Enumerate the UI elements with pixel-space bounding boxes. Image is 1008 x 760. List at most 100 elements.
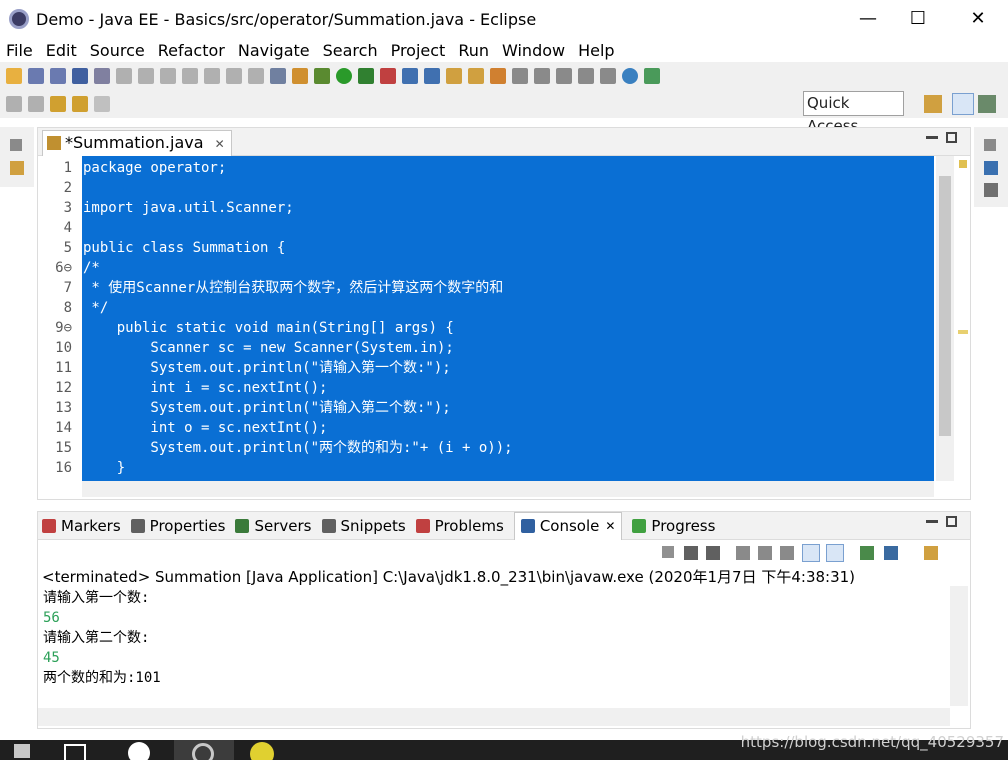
show-console-on-stdout-icon[interactable] — [802, 544, 820, 562]
code-line[interactable]: 11 System.out.println("请输入第一个数:"); — [38, 358, 934, 378]
menu-navigate[interactable]: Navigate — [238, 41, 310, 60]
open-task-icon[interactable] — [468, 68, 484, 84]
annotation-icon[interactable] — [512, 68, 528, 84]
package-explorer-icon[interactable] — [10, 161, 24, 175]
overview-ruler[interactable] — [956, 156, 970, 496]
tab-snippets[interactable]: Snippets — [321, 517, 406, 535]
code-line[interactable]: 13 System.out.println("请输入第二个数:"); — [38, 398, 934, 418]
tab-servers[interactable]: Servers — [235, 517, 312, 535]
close-button[interactable]: ✕ — [950, 0, 1006, 38]
code-line[interactable]: 8 */ — [38, 298, 934, 318]
skip-breakpoints-icon[interactable] — [94, 68, 110, 84]
step-into-icon[interactable] — [204, 68, 220, 84]
menu-refactor[interactable]: Refactor — [158, 41, 225, 60]
code-line[interactable]: 10 Scanner sc = new Scanner(System.in); — [38, 338, 934, 358]
step-over-icon[interactable] — [226, 68, 242, 84]
warning-marker[interactable] — [959, 160, 967, 168]
coverage-icon[interactable] — [358, 68, 374, 84]
tab-console[interactable]: Console ✕ — [513, 511, 623, 540]
resume-icon[interactable] — [116, 68, 132, 84]
open-console-icon[interactable] — [72, 68, 88, 84]
code-line[interactable]: 12 int i = sc.nextInt(); — [38, 378, 934, 398]
tab-close-icon[interactable]: ✕ — [605, 519, 615, 533]
maximize-icon[interactable] — [946, 132, 957, 143]
menu-window[interactable]: Window — [502, 41, 565, 60]
code-line[interactable]: 9⊖ public static void main(String[] args… — [38, 318, 934, 338]
java-ee-perspective-icon[interactable] — [952, 93, 974, 115]
menu-file[interactable]: File — [6, 41, 33, 60]
debug-perspective-icon[interactable] — [978, 95, 996, 113]
scrollbar-thumb[interactable] — [939, 176, 951, 436]
code-line[interactable]: 6⊖ /* — [38, 258, 934, 278]
terminate-icon[interactable] — [662, 546, 674, 558]
back-icon[interactable] — [72, 96, 88, 112]
block-selection-icon[interactable] — [578, 68, 594, 84]
restore-icon[interactable] — [984, 139, 996, 151]
task-view-icon[interactable] — [64, 744, 86, 760]
run-icon[interactable] — [336, 68, 352, 84]
external-tools-icon[interactable] — [380, 68, 396, 84]
console-output[interactable]: 请输入第一个数: 56 请输入第二个数: 45 两个数的和为:101 — [38, 586, 950, 706]
maximize-button[interactable]: ☐ — [890, 0, 946, 38]
task-list-icon[interactable] — [984, 183, 998, 197]
new-java-project-icon[interactable] — [402, 68, 418, 84]
code-line[interactable]: 7 * 使用Scanner从控制台获取两个数字，然后计算这两个数字的和 — [38, 278, 934, 298]
code-line[interactable]: 5 public class Summation { — [38, 238, 934, 258]
outline-icon[interactable] — [984, 161, 998, 175]
display-selected-console-icon[interactable] — [884, 546, 898, 560]
tab-progress[interactable]: Progress — [632, 517, 715, 535]
warning-marker[interactable] — [958, 330, 968, 334]
forward-icon[interactable] — [94, 96, 110, 112]
terminate-icon[interactable] — [160, 68, 176, 84]
step-return-icon[interactable] — [248, 68, 264, 84]
new-class-icon[interactable] — [424, 68, 440, 84]
code-line[interactable]: 2 — [38, 178, 934, 198]
clear-console-icon[interactable] — [736, 546, 750, 560]
scroll-lock-icon[interactable] — [758, 546, 772, 560]
tab-properties[interactable]: Properties — [130, 517, 225, 535]
horizontal-scrollbar[interactable] — [82, 481, 934, 497]
use-step-filters-icon[interactable] — [292, 68, 308, 84]
pin-console-icon[interactable] — [860, 546, 874, 560]
next-annotation-icon[interactable] — [6, 96, 22, 112]
new-icon[interactable] — [6, 68, 22, 84]
last-edit-location-icon[interactable] — [50, 96, 66, 112]
tab-close-icon[interactable]: ✕ — [215, 137, 225, 151]
show-whitespace-icon[interactable] — [600, 68, 616, 84]
code-line[interactable]: 15 System.out.println("两个数的和为:"+ (i + o)… — [38, 438, 934, 458]
minimize-button[interactable]: — — [840, 0, 896, 38]
chrome-icon[interactable] — [250, 742, 274, 760]
disconnect-icon[interactable] — [182, 68, 198, 84]
search-icon[interactable] — [490, 68, 506, 84]
tab-problems[interactable]: Problems — [415, 517, 504, 535]
code-line[interactable]: 16 } — [38, 458, 934, 478]
minimize-icon[interactable] — [926, 520, 938, 523]
menu-project[interactable]: Project — [391, 41, 446, 60]
quick-access-input[interactable]: Quick Access — [803, 91, 904, 135]
vertical-scrollbar[interactable] — [936, 156, 954, 481]
previous-annotation-icon[interactable] — [28, 96, 44, 112]
menu-search[interactable]: Search — [323, 41, 378, 60]
maximize-icon[interactable] — [946, 516, 957, 527]
taskbar-app-icon[interactable] — [14, 744, 30, 758]
console-horizontal-scrollbar[interactable] — [38, 708, 950, 726]
debug-icon[interactable] — [314, 68, 330, 84]
save-icon[interactable] — [28, 68, 44, 84]
remove-all-terminated-icon[interactable] — [706, 546, 720, 560]
code-line[interactable]: 4 — [38, 218, 934, 238]
deploy-icon[interactable] — [644, 68, 660, 84]
restore-icon[interactable] — [10, 139, 22, 151]
show-console-on-stderr-icon[interactable] — [826, 544, 844, 562]
minimize-icon[interactable] — [926, 136, 938, 139]
menu-run[interactable]: Run — [458, 41, 489, 60]
code-editor[interactable]: 1 package operator; 2 3 import java.util.Sca… — [38, 156, 970, 499]
eclipse-taskbar-button[interactable] — [174, 740, 234, 760]
drop-to-frame-icon[interactable] — [270, 68, 286, 84]
code-line[interactable]: 1 package operator; — [38, 158, 934, 178]
code-line[interactable]: 14 int o = sc.nextInt(); — [38, 418, 934, 438]
browser-icon[interactable] — [128, 742, 150, 760]
suspend-icon[interactable] — [138, 68, 154, 84]
mark-occurrences-icon[interactable] — [534, 68, 550, 84]
tab-markers[interactable]: Markers — [42, 517, 121, 535]
menu-source[interactable]: Source — [90, 41, 145, 60]
